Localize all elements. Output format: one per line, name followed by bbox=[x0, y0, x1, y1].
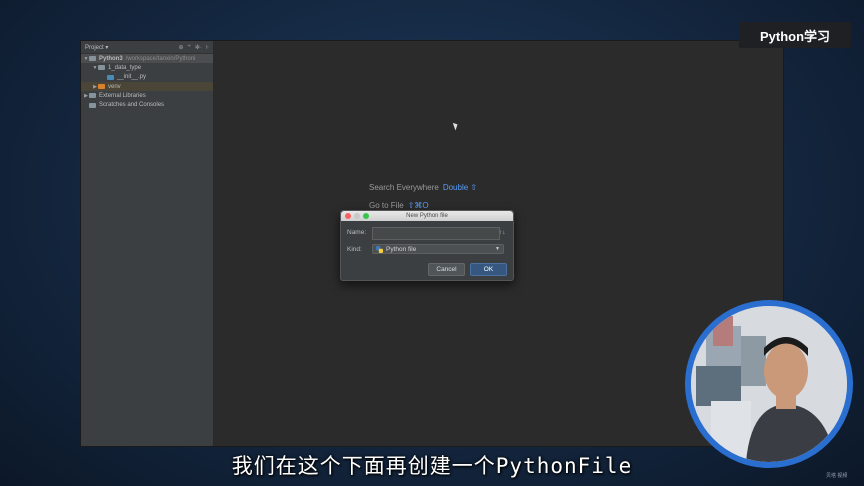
python-file-icon bbox=[376, 245, 383, 253]
presenter-webcam bbox=[685, 300, 853, 468]
folder-icon bbox=[98, 65, 105, 71]
folder-icon bbox=[89, 93, 96, 99]
new-python-file-dialog: New Python file Name: ↑↓ Kind: Python fi… bbox=[340, 210, 514, 281]
folder-icon bbox=[98, 84, 105, 90]
tree-item[interactable]: ▼ Python3/workspace/tanxin/Pythoni bbox=[81, 54, 213, 64]
project-tree: ▼ Python3/workspace/tanxin/Pythoni ▼ 1_data… bbox=[81, 54, 213, 110]
search-everywhere-hint: Search Everywhere Double ⇧ bbox=[369, 183, 477, 192]
zoom-window-icon[interactable] bbox=[363, 213, 369, 219]
close-window-icon[interactable] bbox=[345, 213, 351, 219]
project-sidebar: Project ▾ ⊕ ÷ ✻· ⊦ ▼ Python3/workspace/ta… bbox=[81, 41, 214, 446]
minimize-window-icon[interactable] bbox=[354, 213, 360, 219]
project-path: /workspace/tanxin/Pythoni bbox=[125, 55, 196, 62]
folder-icon bbox=[89, 102, 96, 108]
video-watermark: 贝塔 视频 bbox=[826, 473, 848, 479]
tree-item-label: External Libraries bbox=[99, 92, 146, 99]
tree-item-label: Scratches and Consoles bbox=[99, 102, 165, 109]
python-file-icon bbox=[107, 74, 114, 80]
video-subtitle: 我们在这个下面再创建一个PythonFile bbox=[231, 454, 633, 478]
kind-label: Kind: bbox=[347, 246, 362, 253]
kind-select[interactable]: Python file ▼ bbox=[372, 244, 504, 254]
name-label: Name: bbox=[347, 229, 367, 236]
search-everywhere-shortcut: Double ⇧ bbox=[442, 183, 478, 192]
name-field[interactable] bbox=[372, 227, 500, 240]
locate-icon[interactable]: ⊕ bbox=[179, 44, 184, 51]
kind-value: Python file bbox=[386, 245, 417, 253]
project-view-selector[interactable]: Project ▾ bbox=[85, 44, 108, 51]
search-everywhere-label: Search Everywhere bbox=[369, 183, 439, 192]
go-to-file-shortcut: ⇧⌘O bbox=[407, 201, 429, 210]
hide-panel-icon[interactable]: ⊦ bbox=[206, 44, 209, 51]
go-to-file-label: Go to File bbox=[369, 201, 404, 210]
tree-item-label: venv bbox=[108, 83, 121, 90]
gear-icon[interactable]: ✻· bbox=[195, 44, 202, 51]
project-panel-header: Project ▾ ⊕ ÷ ✻· ⊦ bbox=[81, 41, 213, 54]
dialog-title-bar: New Python file bbox=[341, 211, 513, 221]
tree-item[interactable]: ▶ External Libraries bbox=[81, 91, 213, 100]
tree-item-label: Python3 bbox=[99, 55, 123, 62]
mouse-cursor-icon bbox=[452, 121, 460, 131]
tree-item-label: 1_data_type bbox=[108, 64, 142, 71]
tree-item[interactable]: ▶ venv bbox=[81, 81, 213, 92]
folder-icon bbox=[89, 56, 96, 62]
dialog-title: New Python file bbox=[406, 213, 448, 219]
tree-item[interactable]: __init__.py bbox=[81, 73, 213, 82]
presenter-photo bbox=[691, 306, 847, 462]
project-toolbar: ⊕ ÷ ✻· ⊦ bbox=[179, 44, 213, 51]
chevron-down-icon: ▼ bbox=[495, 246, 500, 252]
tree-item-label: __init__.py bbox=[117, 74, 147, 81]
ok-button[interactable]: OK bbox=[470, 263, 507, 276]
cancel-button[interactable]: Cancel bbox=[428, 263, 465, 276]
tree-item[interactable]: ▼ 1_data_type bbox=[81, 63, 213, 72]
tree-item[interactable]: Scratches and Consoles bbox=[81, 100, 213, 109]
sort-icon[interactable]: ↑↓ bbox=[499, 229, 506, 236]
channel-badge: Python学习 bbox=[739, 22, 851, 48]
collapse-icon[interactable]: ÷ bbox=[188, 44, 191, 51]
go-to-file-hint: Go to File ⇧⌘O bbox=[369, 201, 429, 210]
